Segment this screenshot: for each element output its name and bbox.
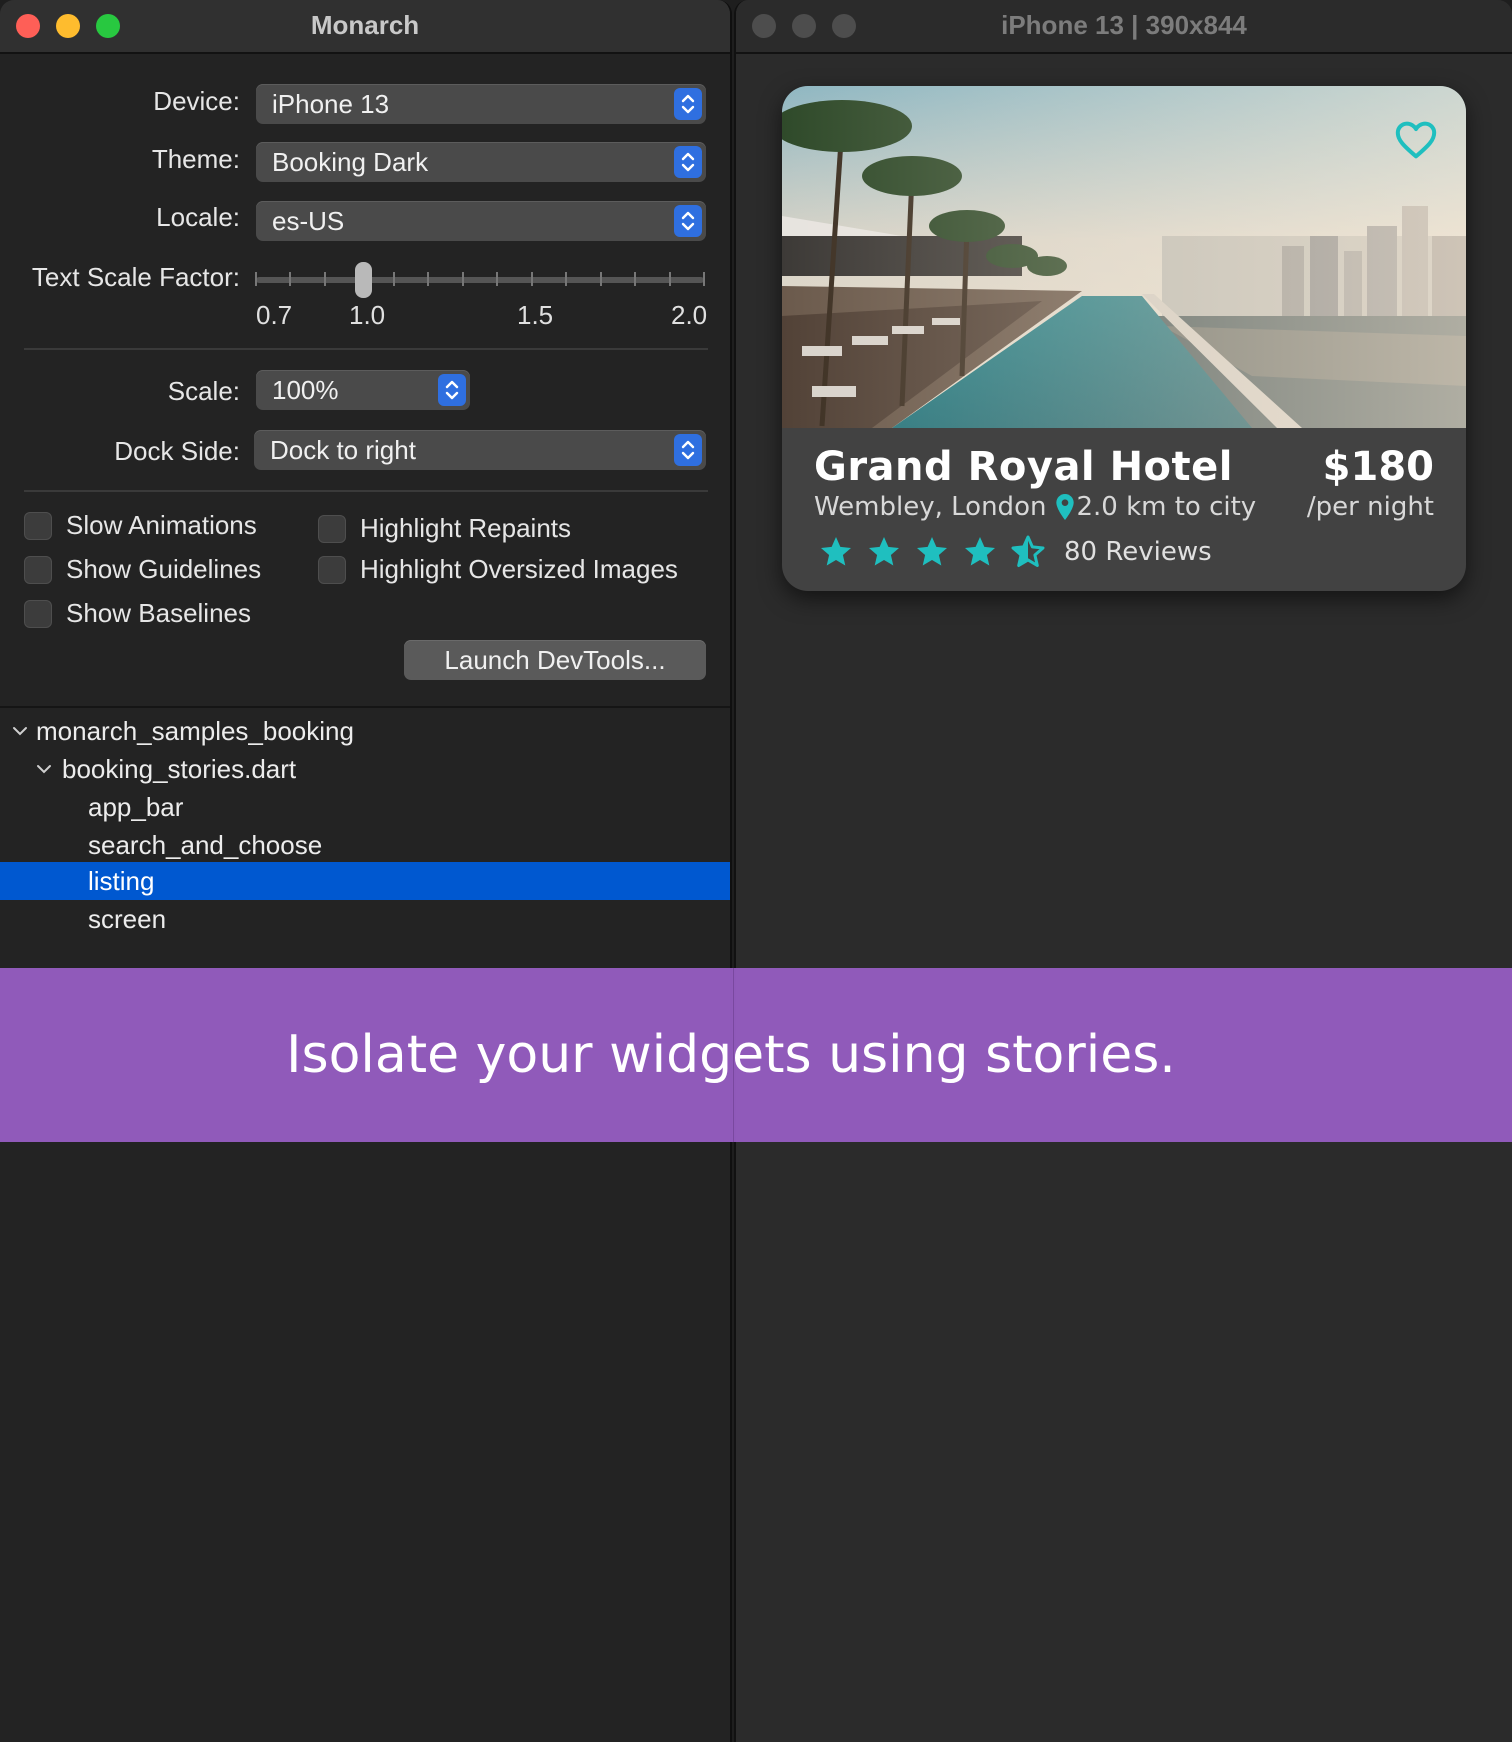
chevron-updown-icon [438,374,466,406]
slider-tick [461,272,464,286]
slider-tick [599,272,602,286]
device-select[interactable]: iPhone 13 [256,84,706,124]
scale-label: Scale: [167,376,240,406]
distance-text: 2.0 km to city [1076,492,1257,522]
per-night-label: /per night [1306,492,1434,522]
promo-banner: Isolate your widgets using stories. [0,968,1512,1142]
separator [24,490,708,492]
tree-item-story[interactable]: screen [0,900,730,938]
theme-select[interactable]: Booking Dark [256,142,706,182]
chevron-down-icon[interactable] [36,763,52,775]
chevron-updown-icon [674,205,702,237]
slider-tick [703,272,705,286]
checkbox-box[interactable] [318,555,346,584]
checkbox-show-baselines[interactable]: Show Baselines [24,598,251,629]
checkbox-label: Highlight Oversized Images [360,554,678,584]
chevron-updown-icon [674,434,702,466]
hotel-listing-card[interactable]: Grand Royal Hotel Wembley, London 2.0 km… [782,86,1466,591]
star-icon [965,537,995,566]
theme-label: Theme: [151,144,240,174]
preview-window-title: iPhone 13 | 390x844 [1001,10,1247,40]
slider-tick [668,272,671,286]
rating-stars: 80 Reviews [818,534,1212,570]
locale-label: Locale: [156,202,240,232]
hotel-location: Wembley, London 2.0 km to city [814,492,1256,522]
checkbox-box[interactable] [318,514,346,543]
slider-tick [565,272,568,286]
hotel-photo [782,86,1466,428]
launch-devtools-button[interactable]: Launch DevTools... [404,640,706,680]
tree-item-story[interactable]: search_and_choose [0,826,730,864]
checkbox-slow-animations[interactable]: Slow Animations [24,510,257,541]
scale-value: 100% [272,375,339,405]
tick-label-min: 0.7 [256,300,293,330]
checkbox-highlight-oversized-images[interactable]: Highlight Oversized Images [318,554,678,585]
tree-label: search_and_choose [88,830,323,860]
reviews-count: 80 Reviews [1064,537,1212,567]
slider-tick [289,272,292,286]
tree-item-file[interactable]: booking_stories.dart [0,750,730,788]
location-pin-icon [1056,494,1075,520]
tree-item-story-selected[interactable]: listing [0,862,730,900]
separator [24,348,708,350]
device-value: iPhone 13 [272,89,390,119]
tree-label: monarch_samples_booking [36,716,354,746]
hotel-price: $180 [1322,444,1434,490]
device-label: Device: [153,86,240,116]
checkbox-box[interactable] [24,555,52,584]
chevron-down-icon[interactable] [12,725,28,737]
story-tree: monarch_samples_booking booking_stories.… [0,706,730,934]
tick-label-1-5: 1.5 [517,300,554,330]
checkbox-label: Show Baselines [66,598,251,628]
checkbox-highlight-repaints[interactable]: Highlight Repaints [318,513,571,544]
tree-label: app_bar [88,792,184,822]
tree-label: screen [88,904,167,934]
slider-tick [392,272,395,286]
checkbox-label: Highlight Repaints [360,513,572,543]
preview-titlebar: iPhone 13 | 390x844 [736,0,1512,54]
slider-tick [323,272,326,286]
checkbox-box[interactable] [24,599,52,628]
tick-label-1: 1.0 [349,300,386,330]
text-scale-slider-thumb[interactable] [355,262,372,298]
banner-text: Isolate your widgets using stories. [286,1025,1176,1085]
dock-side-select[interactable]: Dock to right [254,430,706,470]
location-text: Wembley, London [814,492,1047,522]
tree-label: booking_stories.dart [62,754,297,784]
monarch-window: Monarch Device: iPhone 13 Theme: Booking… [0,0,732,1742]
window-title: Monarch [310,10,420,40]
tree-item-package[interactable]: monarch_samples_booking [0,712,730,750]
tree-item-story[interactable]: app_bar [0,788,730,826]
checkbox-label: Slow Animations [66,510,257,540]
slider-tick [255,272,257,286]
slider-tick [530,272,533,286]
checkbox-label: Show Guidelines [66,554,262,584]
locale-value: es-US [272,206,345,236]
checkbox-box[interactable] [24,511,52,540]
checkbox-show-guidelines[interactable]: Show Guidelines [24,554,261,585]
star-icon [917,537,947,566]
heart-outline-icon[interactable] [1394,120,1438,160]
text-scale-label: Text Scale Factor: [31,262,240,292]
slider-tick [427,272,430,286]
slider-tick [496,272,499,286]
monarch-titlebar: Monarch [0,0,730,54]
locale-select[interactable]: es-US [256,201,706,241]
chevron-updown-icon [674,88,702,120]
dock-side-value: Dock to right [270,435,416,465]
tree-label: listing [88,866,155,896]
star-icon [821,537,851,566]
tick-label-max: 2.0 [671,300,708,330]
scale-select[interactable]: 100% [256,370,470,410]
chevron-updown-icon [674,146,702,178]
slider-tick [634,272,637,286]
hotel-name: Grand Royal Hotel [814,444,1233,490]
star-icon [869,537,899,566]
star-half-icon [1011,535,1045,567]
theme-value: Booking Dark [272,147,429,177]
dock-side-label: Dock Side: [114,436,240,466]
